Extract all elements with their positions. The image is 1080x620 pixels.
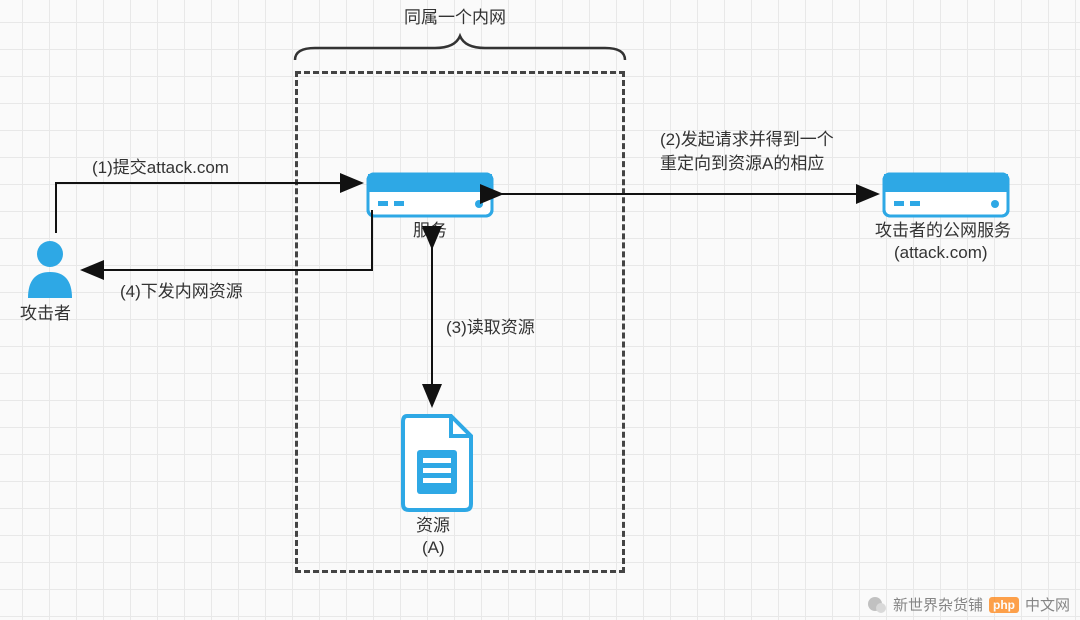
resource-label-l1: 资源 [416, 514, 450, 538]
attacker-label: 攻击者 [20, 302, 71, 326]
step1-label: (1)提交attack.com [92, 156, 229, 180]
brace-top [285, 30, 635, 66]
step4-label: (4)下发内网资源 [120, 280, 243, 304]
watermark: 新世界杂货铺 php 中文网 [867, 594, 1070, 615]
attacker-icon [24, 238, 76, 305]
resource-icon [393, 410, 481, 517]
watermark-tail: 中文网 [1025, 594, 1070, 615]
public-server-icon [882, 172, 1010, 223]
step2-label-l2: 重定向到资源A的相应 [660, 152, 824, 176]
public-server-label-l1: 攻击者的公网服务 [875, 219, 1011, 243]
wechat-icon [867, 595, 887, 615]
service-label: 服务 [413, 219, 447, 243]
resource-label-l2: (A) [422, 536, 445, 560]
public-server-label-l2: (attack.com) [894, 241, 988, 265]
step2-label-l1: (2)发起请求并得到一个 [660, 128, 834, 152]
watermark-source: 新世界杂货铺 [893, 594, 983, 615]
step3-label: (3)读取资源 [446, 316, 535, 340]
service-icon [366, 172, 494, 223]
title-same-intranet: 同属一个内网 [404, 6, 506, 30]
watermark-badge: php [989, 597, 1019, 613]
